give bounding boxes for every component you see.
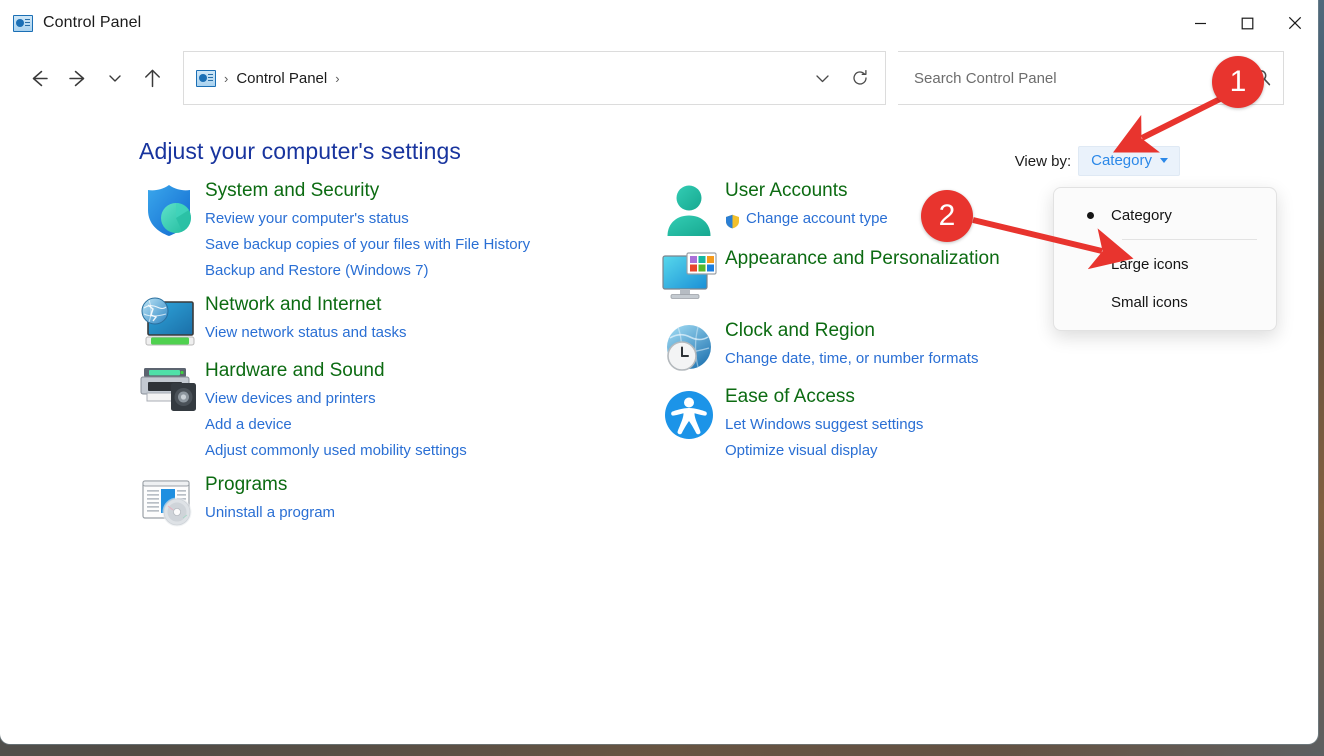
chevron-down-icon (1160, 158, 1168, 163)
category-link[interactable]: Add a device (205, 412, 467, 438)
arrow-up-icon (141, 67, 164, 90)
breadcrumb-item-control-panel[interactable]: Control Panel (236, 70, 327, 87)
category-link[interactable]: Backup and Restore (Windows 7) (205, 258, 530, 284)
printer-speaker-icon (133, 358, 205, 464)
window-controls (1177, 0, 1318, 46)
address-bar[interactable]: › Control Panel › (183, 51, 886, 105)
category-link[interactable]: Optimize visual display (725, 438, 923, 464)
user-account-icon (653, 178, 725, 238)
window-title: Control Panel (43, 14, 141, 32)
content-area: Adjust your computer's settings View by:… (0, 110, 1318, 744)
category-link[interactable]: View network status and tasks (205, 320, 407, 346)
category-body: Network and Internet View network status… (205, 292, 407, 350)
breadcrumb-separator-leading: › (224, 72, 228, 85)
category-body: User Accounts Change account type (725, 178, 888, 238)
category-link[interactable]: Let Windows suggest settings (725, 412, 923, 438)
category-title[interactable]: Network and Internet (205, 292, 407, 318)
category-body: Programs Uninstall a program (205, 472, 335, 530)
uac-shield-icon (725, 212, 740, 227)
maximize-button[interactable] (1224, 0, 1271, 46)
forward-button[interactable] (58, 58, 98, 98)
view-by-label: View by: (1015, 153, 1071, 170)
category-body: Hardware and Sound View devices and prin… (205, 358, 467, 464)
category-system-and-security: System and Security Review your computer… (133, 178, 653, 284)
category-body: Appearance and Personalization (725, 246, 1000, 304)
view-by-category-button[interactable]: Category (1078, 146, 1180, 176)
annotation-badge-1: 1 (1212, 56, 1264, 108)
category-body: Clock and Region Change date, time, or n… (725, 318, 978, 376)
category-title[interactable]: User Accounts (725, 178, 888, 204)
category-link[interactable]: Review your computer's status (205, 206, 530, 232)
category-link[interactable]: Change date, time, or number formats (725, 346, 978, 372)
chevron-down-icon (107, 70, 123, 86)
back-button[interactable] (18, 58, 58, 98)
ease-of-access-icon (653, 384, 725, 464)
view-by-value: Category (1091, 152, 1152, 169)
category-title[interactable]: Appearance and Personalization (725, 246, 1000, 272)
menu-item-label: Large icons (1111, 256, 1189, 273)
page-title: Adjust your computer's settings (139, 138, 461, 165)
category-title[interactable]: System and Security (205, 178, 530, 204)
category-link[interactable]: View devices and printers (205, 386, 467, 412)
minimize-icon (1194, 17, 1207, 30)
network-globe-monitor-icon (133, 292, 205, 350)
navigation-toolbar: › Control Panel › (0, 46, 1318, 110)
category-programs: Programs Uninstall a program (133, 472, 653, 530)
refresh-icon (850, 68, 870, 88)
security-shield-icon (133, 178, 205, 284)
category-hardware-and-sound: Hardware and Sound View devices and prin… (133, 358, 653, 464)
category-ease-of-access: Ease of Access Let Windows suggest setti… (653, 384, 1173, 464)
category-title[interactable]: Programs (205, 472, 335, 498)
category-link-change-account-type[interactable]: Change account type (725, 206, 888, 232)
programs-disc-icon (133, 472, 205, 530)
menu-item-label: Small icons (1111, 294, 1188, 311)
category-link[interactable]: Save backup copies of your files with Fi… (205, 232, 530, 258)
recent-locations-button[interactable] (98, 58, 132, 98)
link-label: Change account type (746, 206, 888, 232)
close-button[interactable] (1271, 0, 1318, 46)
clock-globe-icon (653, 318, 725, 376)
menu-item-category[interactable]: Category (1054, 196, 1276, 234)
control-panel-icon (13, 15, 33, 32)
up-button[interactable] (132, 58, 172, 98)
arrow-right-icon (67, 67, 90, 90)
menu-item-large-icons[interactable]: Large icons (1054, 245, 1276, 283)
menu-separator (1122, 239, 1257, 240)
category-network-and-internet: Network and Internet View network status… (133, 292, 653, 350)
category-body: System and Security Review your computer… (205, 178, 530, 284)
minimize-button[interactable] (1177, 0, 1224, 46)
arrow-left-icon (27, 67, 50, 90)
breadcrumb-control-panel-icon (196, 70, 216, 87)
selected-bullet-icon (1070, 212, 1111, 219)
breadcrumb-separator-trailing[interactable]: › (335, 72, 339, 85)
appearance-monitor-icon (653, 246, 725, 304)
close-icon (1288, 16, 1302, 30)
category-link[interactable]: Adjust commonly used mobility settings (205, 438, 467, 464)
category-title[interactable]: Ease of Access (725, 384, 923, 410)
chevron-down-icon (813, 69, 832, 88)
menu-item-small-icons[interactable]: Small icons (1054, 283, 1276, 321)
previous-locations-button[interactable] (803, 59, 841, 97)
desktop-background: Control Panel (0, 0, 1324, 756)
breadcrumb[interactable]: › Control Panel › (196, 52, 803, 104)
search-input[interactable] (914, 70, 1253, 87)
view-by-dropdown-menu[interactable]: Category Large icons Small icons (1053, 187, 1277, 331)
control-panel-window: Control Panel (0, 0, 1318, 744)
view-by-control: View by: Category (1015, 146, 1180, 176)
title-bar-left: Control Panel (0, 14, 141, 32)
title-bar: Control Panel (0, 0, 1318, 46)
category-title[interactable]: Clock and Region (725, 318, 978, 344)
category-title[interactable]: Hardware and Sound (205, 358, 467, 384)
refresh-button[interactable] (841, 59, 879, 97)
category-column-left: System and Security Review your computer… (133, 178, 653, 536)
maximize-icon (1241, 17, 1254, 30)
category-body: Ease of Access Let Windows suggest setti… (725, 384, 923, 464)
menu-item-label: Category (1111, 207, 1172, 224)
category-link[interactable]: Uninstall a program (205, 500, 335, 526)
annotation-badge-2: 2 (921, 190, 973, 242)
